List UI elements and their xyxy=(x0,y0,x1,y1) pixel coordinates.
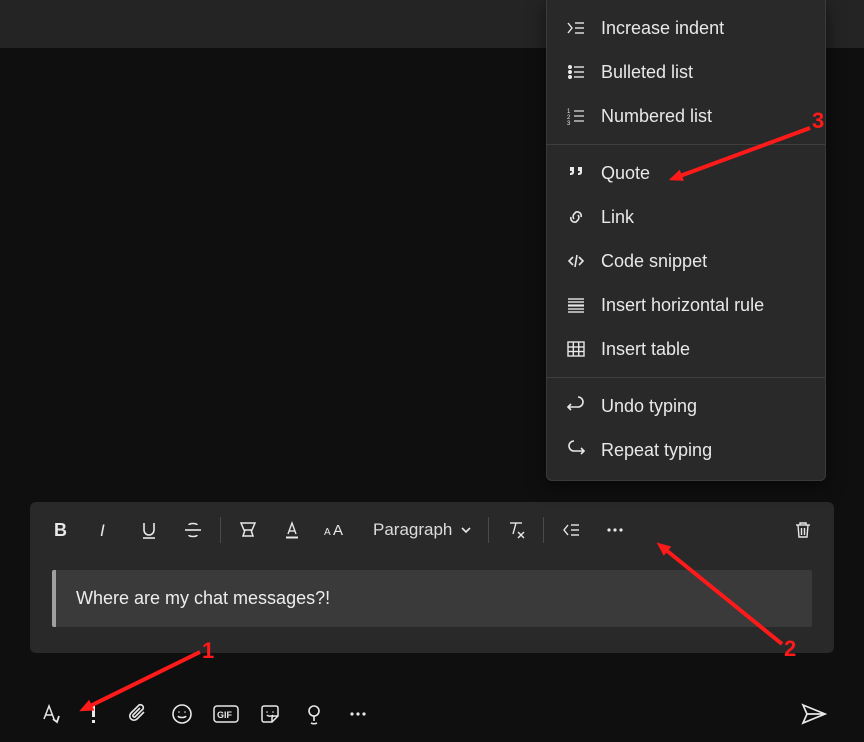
menu-item-label: Quote xyxy=(601,163,650,184)
highlight-button[interactable] xyxy=(227,510,269,550)
menu-item-increase-indent[interactable]: Increase indent xyxy=(547,6,825,50)
menu-item-label: Code snippet xyxy=(601,251,707,272)
chevron-down-icon xyxy=(460,524,472,536)
sticker-button[interactable] xyxy=(250,694,290,734)
menu-item-link[interactable]: Link xyxy=(547,195,825,239)
emoji-button[interactable] xyxy=(162,694,202,734)
bulleted-list-icon xyxy=(565,62,587,82)
menu-item-label: Repeat typing xyxy=(601,440,712,461)
strikethrough-button[interactable] xyxy=(172,510,214,550)
formatting-overflow-menu: Increase indent Bulleted list 1 2 3 Numb… xyxy=(546,0,826,481)
menu-item-code-snippet[interactable]: Code snippet xyxy=(547,239,825,283)
menu-separator xyxy=(547,144,825,145)
svg-text:A: A xyxy=(333,522,343,539)
svg-text:B: B xyxy=(54,520,67,540)
italic-button[interactable]: I xyxy=(84,510,126,550)
numbered-list-icon: 1 2 3 xyxy=(565,106,587,126)
clear-formatting-button[interactable] xyxy=(495,510,537,550)
paragraph-label: Paragraph xyxy=(373,520,452,540)
menu-item-label: Insert horizontal rule xyxy=(601,295,764,316)
formatting-toolbar: B I xyxy=(30,502,834,558)
menu-item-insert-table[interactable]: Insert table xyxy=(547,327,825,371)
redo-icon xyxy=(565,440,587,460)
menu-item-horizontal-rule[interactable]: Insert horizontal rule xyxy=(547,283,825,327)
menu-item-numbered-list[interactable]: 1 2 3 Numbered list xyxy=(547,94,825,138)
gif-button[interactable]: GIF xyxy=(206,694,246,734)
quote-icon xyxy=(565,163,587,183)
menu-item-bulleted-list[interactable]: Bulleted list xyxy=(547,50,825,94)
compose-action-bar: GIF xyxy=(30,690,834,738)
menu-item-undo[interactable]: Undo typing xyxy=(547,384,825,428)
format-button[interactable] xyxy=(30,694,70,734)
toolbar-separator xyxy=(220,517,221,543)
link-icon xyxy=(565,207,587,227)
loop-button[interactable] xyxy=(294,694,334,734)
menu-item-quote[interactable]: Quote xyxy=(547,151,825,195)
delete-button[interactable] xyxy=(782,510,824,550)
table-icon xyxy=(565,339,587,359)
menu-separator xyxy=(547,377,825,378)
menu-item-label: Bulleted list xyxy=(601,62,693,83)
more-formatting-button[interactable] xyxy=(594,510,636,550)
decrease-indent-button[interactable] xyxy=(550,510,592,550)
message-input[interactable]: Where are my chat messages?! xyxy=(52,570,812,627)
attach-button[interactable] xyxy=(118,694,158,734)
send-button[interactable] xyxy=(794,694,834,734)
bold-button[interactable]: B xyxy=(40,510,82,550)
priority-button[interactable] xyxy=(74,694,114,734)
compose-box: B I xyxy=(30,502,834,653)
font-color-button[interactable] xyxy=(271,510,313,550)
svg-text:I: I xyxy=(100,521,105,540)
code-icon xyxy=(565,251,587,271)
horizontal-rule-icon xyxy=(565,295,587,315)
indent-increase-icon xyxy=(565,18,587,38)
menu-item-label: Increase indent xyxy=(601,18,724,39)
underline-button[interactable] xyxy=(128,510,170,550)
menu-item-label: Insert table xyxy=(601,339,690,360)
more-actions-button[interactable] xyxy=(338,694,378,734)
svg-text:GIF: GIF xyxy=(217,710,233,720)
menu-item-label: Undo typing xyxy=(601,396,697,417)
font-size-button[interactable]: AA xyxy=(315,510,357,550)
svg-text:A: A xyxy=(324,527,331,538)
undo-icon xyxy=(565,396,587,416)
toolbar-separator xyxy=(543,517,544,543)
toolbar-separator xyxy=(488,517,489,543)
menu-item-redo[interactable]: Repeat typing xyxy=(547,428,825,472)
menu-item-label: Link xyxy=(601,207,634,228)
paragraph-style-dropdown[interactable]: Paragraph xyxy=(359,510,482,550)
message-text: Where are my chat messages?! xyxy=(76,588,330,608)
svg-text:3: 3 xyxy=(567,121,571,126)
menu-item-label: Numbered list xyxy=(601,106,712,127)
